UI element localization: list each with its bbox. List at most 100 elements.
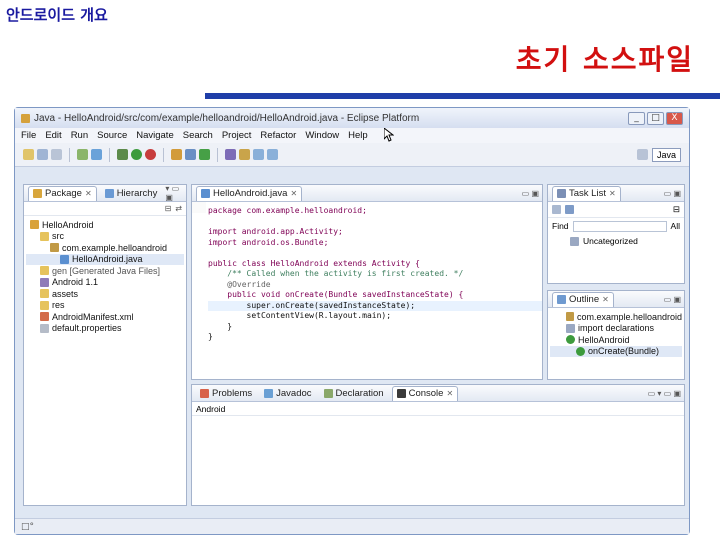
new-package-icon[interactable] bbox=[185, 149, 196, 160]
package-explorer-toolbar: ⊟ ⇄ bbox=[24, 202, 186, 216]
open-type-icon[interactable] bbox=[225, 149, 236, 160]
tree-item[interactable]: res bbox=[26, 300, 184, 312]
task-list-minmax-icon[interactable]: ▭ ▣ bbox=[664, 189, 681, 198]
close-icon[interactable]: ✕ bbox=[85, 189, 92, 198]
tab-outline[interactable]: Outline ✕ bbox=[552, 291, 614, 307]
menu-navigate[interactable]: Navigate bbox=[136, 130, 174, 141]
tree-item-label: default.properties bbox=[52, 323, 122, 334]
outline-panel: Outline ✕ ▭ ▣ com.example.helloandroid im… bbox=[547, 290, 685, 380]
tab-hierarchy[interactable]: Hierarchy bbox=[101, 186, 162, 201]
tree-item[interactable]: AndroidManifest.xml bbox=[26, 311, 184, 323]
code-line: } bbox=[208, 321, 233, 331]
outline-icon bbox=[557, 295, 566, 304]
save-icon[interactable] bbox=[37, 149, 48, 160]
java-perspective-button[interactable]: Java bbox=[651, 147, 681, 162]
tree-item[interactable]: Android 1.1 bbox=[26, 277, 184, 289]
uncategorized-row[interactable]: Uncategorized bbox=[548, 234, 684, 248]
run-icon[interactable] bbox=[131, 149, 142, 160]
task-list-toolbar: ⊟ bbox=[548, 202, 684, 218]
outline-item-icon bbox=[566, 323, 575, 333]
maximize-button[interactable]: □ bbox=[647, 111, 664, 125]
print-icon[interactable] bbox=[51, 149, 62, 160]
collapse-all-icon[interactable]: ⊟ bbox=[165, 204, 172, 213]
outline-minmax-icon[interactable]: ▭ ▣ bbox=[664, 295, 681, 304]
forward-icon[interactable] bbox=[267, 149, 278, 160]
debug-icon[interactable] bbox=[117, 149, 128, 160]
outline-item-icon bbox=[566, 335, 575, 345]
menu-search[interactable]: Search bbox=[183, 130, 213, 141]
link-editor-icon[interactable]: ⇄ bbox=[175, 204, 182, 213]
tree-item[interactable]: src bbox=[26, 231, 184, 243]
open-perspective-icon[interactable] bbox=[636, 149, 648, 160]
menu-run[interactable]: Run bbox=[71, 130, 88, 141]
console-name: Android bbox=[192, 402, 684, 416]
android-sdk-icon[interactable] bbox=[77, 149, 88, 160]
task-filter-icon[interactable] bbox=[565, 205, 574, 214]
external-tools-icon[interactable] bbox=[145, 149, 156, 160]
menu-window[interactable]: Window bbox=[305, 130, 339, 141]
task-collapse-icon[interactable]: ⊟ bbox=[673, 204, 680, 215]
javadoc-icon bbox=[264, 388, 274, 398]
xml-file-icon bbox=[40, 312, 49, 322]
task-list-icon bbox=[557, 189, 566, 198]
find-input[interactable] bbox=[572, 220, 667, 232]
task-list-header: Task List ✕ ▭ ▣ bbox=[548, 185, 684, 202]
tab-hello-android-java[interactable]: HelloAndroid.java ✕ bbox=[196, 185, 303, 201]
tab-package-explorer[interactable]: Package ✕ bbox=[28, 185, 97, 201]
view-menu-icon[interactable]: ▾ ▭ ▣ bbox=[165, 184, 183, 202]
package-explorer-icon bbox=[33, 189, 42, 198]
fast-view-icon[interactable]: □° bbox=[21, 522, 34, 532]
editor-panel: HelloAndroid.java ✕ ▭ ▣ package com.exam… bbox=[191, 184, 543, 380]
tab-task-list[interactable]: Task List ✕ bbox=[552, 185, 621, 201]
minimize-button[interactable]: _ bbox=[628, 111, 645, 125]
new-class-icon[interactable] bbox=[199, 149, 210, 160]
slide-header: 안드로이드 개요 bbox=[6, 6, 108, 24]
toolbar-separator bbox=[109, 147, 110, 162]
code-line: /** Called when the activity is first cr… bbox=[208, 269, 464, 278]
back-icon[interactable] bbox=[253, 149, 264, 160]
menu-file[interactable]: File bbox=[21, 130, 36, 141]
folder-icon bbox=[40, 231, 49, 241]
menu-edit[interactable]: Edit bbox=[45, 130, 61, 141]
eclipse-window: Java - HelloAndroid/src/com/example/hell… bbox=[14, 107, 690, 535]
tab-javadoc[interactable]: Javadoc bbox=[260, 386, 315, 401]
close-icon[interactable]: ✕ bbox=[290, 189, 297, 198]
tab-declaration[interactable]: Declaration bbox=[320, 386, 388, 401]
outline-item[interactable]: onCreate(Bundle) bbox=[550, 345, 682, 357]
editor-minmax-icon[interactable]: ▭ ▣ bbox=[522, 189, 539, 198]
tree-item[interactable]: default.properties bbox=[26, 323, 184, 335]
java-file-icon bbox=[201, 189, 210, 198]
new-java-project-icon[interactable] bbox=[171, 149, 182, 160]
menu-refactor[interactable]: Refactor bbox=[260, 130, 296, 141]
close-button[interactable]: X bbox=[666, 111, 683, 125]
console-toolbar-icons[interactable]: ▭ ▾ ▭ ▣ bbox=[648, 389, 681, 398]
tree-item[interactable]: assets bbox=[26, 288, 184, 300]
code-editor[interactable]: package com.example.helloandroid; import … bbox=[192, 202, 542, 343]
new-task-icon[interactable] bbox=[552, 205, 561, 214]
new-icon[interactable] bbox=[23, 149, 34, 160]
tab-problems[interactable]: Problems bbox=[196, 386, 256, 401]
search-icon[interactable] bbox=[239, 149, 250, 160]
close-icon[interactable]: ✕ bbox=[446, 389, 453, 398]
slide-title: 초기 소스파일 bbox=[515, 43, 694, 76]
outline-item[interactable]: com.example.helloandroid bbox=[550, 311, 682, 323]
menu-source[interactable]: Source bbox=[97, 130, 127, 141]
close-icon[interactable]: ✕ bbox=[609, 189, 616, 198]
tree-item[interactable]: com.example.helloandroid bbox=[26, 242, 184, 254]
declaration-icon bbox=[323, 388, 333, 398]
close-icon[interactable]: ✕ bbox=[602, 295, 609, 304]
outline-tree: com.example.helloandroid import declarati… bbox=[548, 308, 684, 360]
outline-item[interactable]: HelloAndroid bbox=[550, 334, 682, 346]
menu-help[interactable]: Help bbox=[348, 130, 368, 141]
menu-project[interactable]: Project bbox=[222, 130, 252, 141]
tree-item[interactable]: gen [Generated Java Files] bbox=[26, 265, 184, 277]
tree-item[interactable]: HelloAndroid.java bbox=[26, 253, 184, 265]
code-line: package com.example.helloandroid; bbox=[208, 206, 367, 215]
window-titlebar[interactable]: Java - HelloAndroid/src/com/example/hell… bbox=[15, 108, 689, 128]
avd-manager-icon[interactable] bbox=[91, 149, 102, 160]
tab-console[interactable]: Console ✕ bbox=[391, 385, 459, 401]
outline-item[interactable]: import declarations bbox=[550, 323, 682, 335]
tree-item[interactable]: HelloAndroid bbox=[26, 219, 184, 231]
all-filter-button[interactable]: All bbox=[671, 221, 680, 231]
